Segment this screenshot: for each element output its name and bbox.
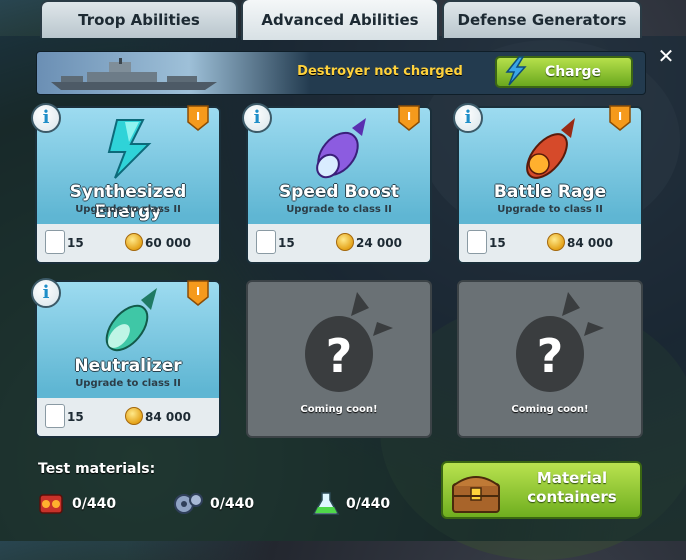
svg-text:I: I [196, 285, 200, 298]
material-icon [256, 230, 276, 254]
svg-text:I: I [618, 110, 622, 123]
ability-subtitle: Upgrade to class II [75, 204, 181, 215]
resource-red-battery: 0/440 [36, 492, 116, 516]
treasure-chest-icon [452, 476, 500, 513]
close-icon[interactable]: ✕ [656, 46, 676, 66]
resource-value: 0/440 [346, 496, 391, 512]
svg-text:I: I [407, 110, 411, 123]
material-containers-label: Material containers [527, 469, 617, 506]
level-badge-icon: I [187, 280, 209, 306]
gold-coin-icon [125, 407, 143, 425]
tab-advanced-abilities[interactable]: Advanced Abilities [241, 0, 439, 40]
material-count: 15 [278, 236, 295, 250]
locked-ability-card: ? Coming coon! [246, 280, 432, 438]
ability-title: Neutralizer [74, 356, 182, 376]
material-containers-button[interactable]: Material containers [441, 461, 642, 519]
coming-soon-label: Coming coon! [511, 404, 589, 415]
test-materials-label: Test materials: [38, 461, 156, 477]
unknown-missile-icon: ? [516, 292, 604, 392]
level-badge-icon: I [398, 105, 420, 131]
lightning-crystal-icon [107, 119, 152, 179]
info-icon[interactable]: i [242, 103, 272, 133]
gear-cog-icon [174, 493, 203, 514]
svg-text:?: ? [537, 329, 564, 383]
ability-subtitle: Upgrade to class II [286, 204, 392, 215]
gold-coin-icon [125, 233, 143, 251]
gold-coin-icon [336, 233, 354, 251]
charge-button[interactable]: Charge [495, 56, 633, 88]
material-icon [45, 404, 65, 428]
ability-title: Synthesized Energy [69, 182, 187, 222]
purple-rocket-icon [316, 118, 366, 179]
material-count: 15 [67, 410, 84, 424]
resource-value: 0/440 [72, 496, 117, 512]
red-battery-icon [39, 494, 63, 514]
green-flask-icon [312, 492, 340, 515]
ability-title: Speed Boost [278, 182, 400, 202]
gold-coin-icon [547, 233, 565, 251]
ability-subtitle: Upgrade to class II [497, 204, 603, 215]
destroyer-status-text: Destroyer not charged [297, 64, 463, 79]
unknown-missile-icon: ? [305, 292, 393, 392]
destroyer-ship-image [51, 58, 217, 90]
resource-value: 0/440 [210, 496, 255, 512]
tab-troop-abilities[interactable]: Troop Abilities [40, 0, 238, 38]
gold-cost: 84 000 [567, 236, 613, 250]
gold-cost: 60 000 [145, 236, 191, 250]
ability-title: Battle Rage [493, 182, 607, 202]
material-count: 15 [67, 236, 84, 250]
gold-cost: 84 000 [145, 410, 191, 424]
info-icon[interactable]: i [31, 103, 61, 133]
locked-ability-card: ? Coming coon! [457, 280, 643, 438]
flaming-missile-icon [526, 118, 575, 179]
lightning-icon [505, 56, 527, 86]
material-icon [45, 230, 65, 254]
material-count: 15 [489, 236, 506, 250]
coming-soon-label: Coming coon! [300, 404, 378, 415]
gold-cost: 24 000 [356, 236, 402, 250]
info-icon[interactable]: i [31, 278, 61, 308]
svg-text:I: I [196, 110, 200, 123]
resource-flask: 0/440 [312, 492, 390, 516]
resource-gear: 0/440 [172, 492, 254, 516]
info-icon[interactable]: i [453, 103, 483, 133]
svg-text:?: ? [326, 329, 353, 383]
material-icon [467, 230, 487, 254]
level-badge-icon: I [609, 105, 631, 131]
level-badge-icon: I [187, 105, 209, 131]
tab-defense-generators[interactable]: Defense Generators [442, 0, 642, 38]
green-torpedo-icon [105, 288, 157, 352]
ability-subtitle: Upgrade to class II [75, 378, 181, 389]
